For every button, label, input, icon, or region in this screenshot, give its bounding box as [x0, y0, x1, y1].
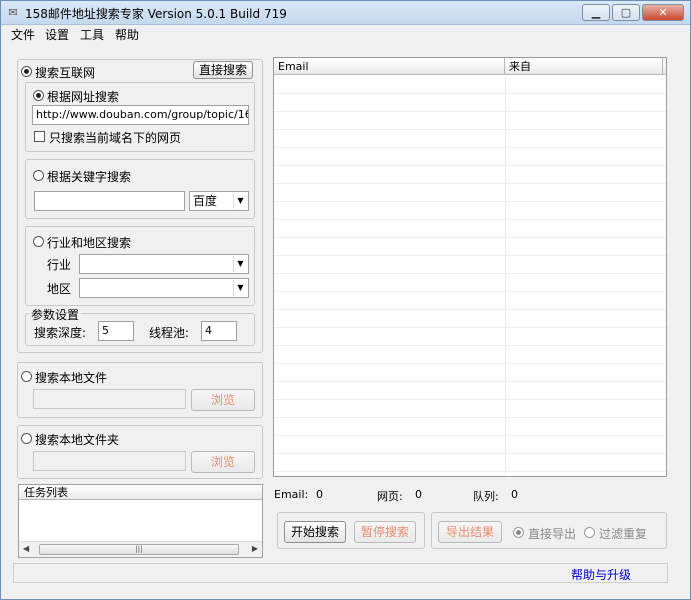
keyword-search-label: 根据关键字搜索	[47, 170, 132, 184]
task-list[interactable]: 任务列表 ◀ ||| ▶	[18, 484, 263, 558]
menu-bar: 文件 设置 工具 帮助	[1, 25, 690, 43]
email-count-label: Email:	[274, 488, 309, 501]
local-file-path-input[interactable]	[33, 389, 186, 409]
local-file-radio[interactable]	[21, 371, 32, 382]
url-search-label: 根据网址搜索	[47, 90, 120, 104]
threads-label: 线程池:	[149, 326, 190, 340]
menu-file[interactable]: 文件	[11, 26, 35, 43]
chevron-down-icon: ▼	[233, 193, 247, 209]
queue-count-value: 0	[511, 488, 518, 501]
scroll-right-icon[interactable]: ▶	[252, 544, 258, 553]
region-label: 地区	[47, 282, 72, 296]
results-grid-header: Email 来自	[274, 58, 666, 75]
industry-search-label: 行业和地区搜索	[47, 236, 132, 250]
close-icon[interactable]: ✕	[642, 4, 684, 21]
title-bar: ✉ 158邮件地址搜索专家 Version 5.0.1 Build 719 ▁ …	[1, 1, 690, 25]
pages-count-value: 0	[415, 488, 422, 501]
only-domain-checkbox[interactable]	[34, 131, 45, 142]
chevron-down-icon: ▼	[233, 256, 247, 272]
queue-count-label: 队列:	[473, 490, 499, 503]
pause-search-button[interactable]: 暂停搜索	[354, 521, 416, 543]
internet-search-label: 搜索互联网	[35, 66, 96, 80]
local-folder-radio[interactable]	[21, 433, 32, 444]
menu-help[interactable]: 帮助	[115, 26, 139, 43]
local-file-browse-button[interactable]: 浏览	[191, 389, 255, 411]
direct-export-radio[interactable]	[513, 527, 524, 538]
chevron-down-icon: ▼	[233, 280, 247, 296]
depth-label: 搜索深度:	[34, 326, 87, 340]
internet-search-radio[interactable]	[21, 66, 32, 77]
email-count-value: 0	[316, 488, 323, 501]
app-icon: ✉	[8, 6, 18, 19]
depth-input[interactable]: 5	[98, 321, 134, 341]
local-file-label: 搜索本地文件	[35, 371, 108, 385]
column-source[interactable]: 来自	[505, 58, 663, 75]
search-engine-select[interactable]: 百度 ▼	[189, 191, 249, 211]
industry-search-radio[interactable]	[33, 236, 44, 247]
task-list-scrollbar[interactable]: ◀ ||| ▶	[19, 541, 262, 557]
pages-count-label: 网页:	[377, 490, 403, 503]
results-grid[interactable]: Email 来自	[273, 57, 667, 477]
local-folder-browse-button[interactable]: 浏览	[191, 451, 255, 473]
start-search-button[interactable]: 开始搜索	[284, 521, 346, 543]
direct-search-button[interactable]: 直接搜索	[193, 61, 253, 79]
local-folder-label: 搜索本地文件夹	[35, 433, 120, 447]
window-title: 158邮件地址搜索专家 Version 5.0.1 Build 719	[25, 7, 287, 21]
window-controls: ▁ ▢ ✕	[580, 4, 684, 22]
url-input[interactable]: http://www.douban.com/group/topic/169878…	[32, 105, 249, 125]
industry-select[interactable]: ▼	[79, 254, 249, 274]
params-legend: 参数设置	[29, 306, 82, 323]
export-results-button[interactable]: 导出结果	[438, 521, 502, 543]
scrollbar-thumb[interactable]: |||	[39, 544, 239, 555]
maximize-icon[interactable]: ▢	[612, 4, 640, 21]
scroll-left-icon[interactable]: ◀	[23, 544, 29, 553]
watermark-logo	[531, 516, 681, 596]
app-window: ✉ 158邮件地址搜索专家 Version 5.0.1 Build 719 ▁ …	[0, 0, 691, 600]
region-select[interactable]: ▼	[79, 278, 249, 298]
column-email[interactable]: Email	[274, 58, 505, 75]
minimize-icon[interactable]: ▁	[582, 4, 610, 21]
results-grid-rows	[274, 76, 666, 476]
menu-settings[interactable]: 设置	[45, 26, 69, 43]
threads-input[interactable]: 4	[201, 321, 237, 341]
search-engine-value: 百度	[193, 194, 218, 208]
only-domain-label: 只搜索当前域名下的网页	[49, 131, 182, 145]
task-list-header: 任务列表	[19, 485, 262, 500]
keyword-search-radio[interactable]	[33, 170, 44, 181]
local-folder-path-input[interactable]	[33, 451, 186, 471]
results-grid-divider	[505, 76, 506, 476]
industry-label: 行业	[47, 258, 72, 272]
menu-tools[interactable]: 工具	[80, 26, 104, 43]
keyword-input[interactable]	[34, 191, 185, 211]
url-search-radio[interactable]	[33, 90, 44, 101]
